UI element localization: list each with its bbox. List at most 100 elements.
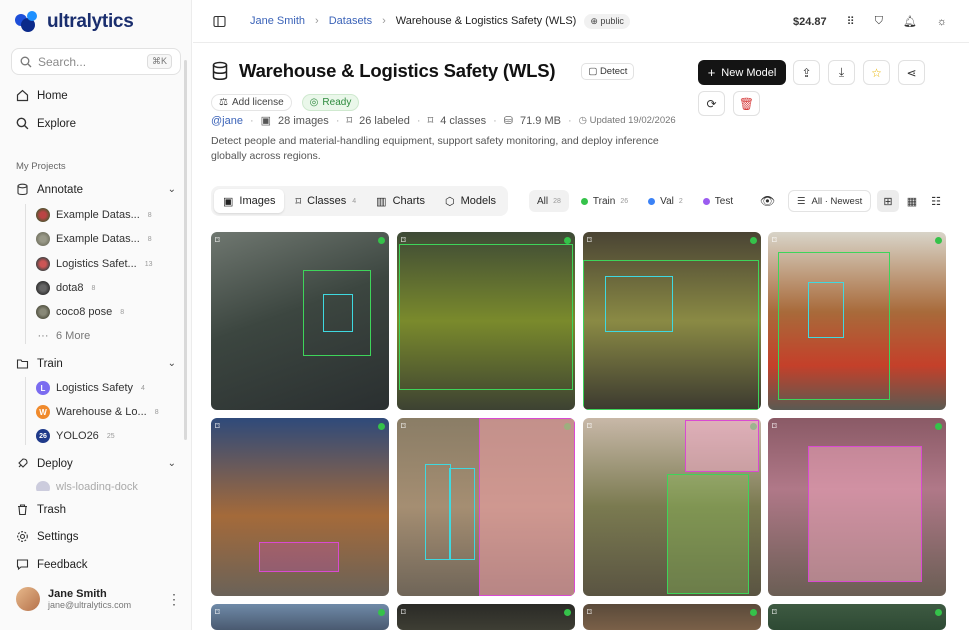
- project-badge: 26: [36, 429, 50, 443]
- image-thumbnail[interactable]: ⌑: [583, 418, 761, 596]
- delete-button[interactable]: 🗑︎: [733, 91, 760, 116]
- separator-dot: ·: [567, 114, 572, 127]
- download-icon: ⤓: [838, 65, 845, 79]
- image-thumbnail[interactable]: ⌑: [211, 418, 389, 596]
- annotate-more-label: 6 More: [56, 330, 91, 342]
- image-thumbnail[interactable]: ⌑: [397, 604, 575, 630]
- more-dots-icon: ···: [37, 330, 49, 342]
- nav-train-label: Train: [37, 357, 63, 370]
- tab-classes[interactable]: ⌑ Classes 4: [286, 189, 365, 213]
- new-model-button[interactable]: + New Model: [698, 60, 786, 85]
- breadcrumb-current: Warehouse & Logistics Safety (WLS): [395, 15, 577, 27]
- chevron-down-icon[interactable]: ⌄: [168, 358, 176, 369]
- train-item-count: 25: [106, 432, 115, 440]
- nav-explore[interactable]: Explore: [16, 117, 176, 130]
- user-name: Jane Smith: [48, 588, 107, 600]
- bar-chart-icon: ▥: [376, 195, 387, 208]
- bounding-box: [449, 468, 475, 560]
- breadcrumb-user[interactable]: Jane Smith: [250, 15, 305, 27]
- apps-grid-icon[interactable]: ⠿: [847, 15, 855, 28]
- add-license-button[interactable]: ⚖ Add license: [211, 94, 292, 111]
- sidebar-scrollbar[interactable]: [184, 60, 187, 440]
- credit-balance[interactable]: $24.87: [793, 16, 827, 28]
- filter-val[interactable]: Val 2: [640, 190, 691, 212]
- nav-settings-label: Settings: [37, 530, 79, 543]
- image-thumbnail[interactable]: ⌑: [768, 232, 946, 410]
- image-thumbnail[interactable]: ⌑: [768, 604, 946, 630]
- image-thumbnail[interactable]: ⌑: [768, 418, 946, 596]
- tag-icon: ⌑: [215, 607, 220, 617]
- separator-dot: ·: [249, 114, 254, 127]
- owner-handle[interactable]: @jane: [211, 115, 243, 127]
- sort-dropdown[interactable]: ☰ All · Newest: [788, 190, 872, 212]
- image-thumbnail[interactable]: ⌑: [583, 604, 761, 630]
- dataset-thumbnail: [36, 257, 50, 271]
- refresh-button[interactable]: ⟳: [698, 91, 725, 116]
- nav-home[interactable]: Home: [16, 89, 176, 102]
- search-input[interactable]: Search... ⌘K: [11, 48, 181, 75]
- trash-icon: 🗑︎: [738, 96, 755, 111]
- section-my-projects: My Projects: [16, 161, 66, 172]
- breadcrumb-datasets[interactable]: Datasets: [329, 15, 372, 27]
- tab-label: Models: [460, 195, 497, 207]
- annotate-item[interactable]: Example Datas... 8: [36, 208, 152, 222]
- nav-deploy[interactable]: Deploy ⌄: [16, 457, 176, 470]
- image-thumbnail[interactable]: ⌑: [397, 418, 575, 596]
- bounding-box: [399, 244, 573, 390]
- image-thumbnail[interactable]: ⌑: [211, 604, 389, 630]
- train-item[interactable]: L Logistics Safety 4: [36, 381, 145, 395]
- share-button[interactable]: ⋖: [898, 60, 925, 85]
- annotate-item[interactable]: Example Datas... 8: [36, 232, 152, 246]
- filter-count: 28: [553, 197, 561, 205]
- user-menu[interactable]: Jane Smith jane@ultralytics.com ⋮: [16, 587, 181, 611]
- tab-models[interactable]: ⬡ Models: [436, 189, 505, 213]
- tab-charts[interactable]: ▥ Charts: [367, 189, 434, 213]
- nav-train[interactable]: Train ⌄: [16, 357, 176, 370]
- train-item[interactable]: 26 YOLO26 25: [36, 429, 115, 443]
- brand-logo[interactable]: ultralytics: [15, 11, 134, 33]
- annotate-item[interactable]: coco8 pose 8: [36, 305, 124, 319]
- bell-icon[interactable]: 🔔︎: [903, 15, 917, 28]
- chevron-down-icon[interactable]: ⌄: [168, 458, 176, 469]
- image-thumbnail[interactable]: ⌑: [397, 232, 575, 410]
- annotate-item[interactable]: dota8 8: [36, 281, 95, 295]
- nav-settings[interactable]: Settings: [16, 530, 176, 543]
- nav-trash[interactable]: Trash: [16, 503, 176, 516]
- more-vertical-icon[interactable]: ⋮: [167, 591, 181, 608]
- gear-icon: [17, 531, 28, 542]
- eye-icon[interactable]: 👁︎: [760, 194, 775, 208]
- sun-icon[interactable]: ☼: [937, 16, 947, 28]
- annotate-more[interactable]: ··· 6 More: [36, 330, 91, 342]
- search-shortcut: ⌘K: [146, 54, 172, 69]
- grid-small-view-button[interactable]: ▦: [901, 190, 923, 212]
- tab-images[interactable]: ▣ Images: [214, 189, 285, 213]
- filter-train[interactable]: Train 26: [573, 190, 636, 212]
- dataset-thumbnail: [36, 208, 50, 222]
- add-license-label: Add license: [231, 97, 284, 108]
- sidebar-toggle-icon[interactable]: [213, 15, 226, 28]
- list-view-button[interactable]: ☷: [925, 190, 947, 212]
- train-item[interactable]: W Warehouse & Lo... 8: [36, 405, 159, 419]
- image-thumbnail[interactable]: ⌑: [583, 232, 761, 410]
- deploy-item[interactable]: wls-loading-dock: [36, 481, 138, 491]
- download-button[interactable]: ⤓: [828, 60, 855, 85]
- image-thumbnail[interactable]: ⌑: [211, 232, 389, 410]
- upload-button[interactable]: ⇪: [793, 60, 820, 85]
- tag-icon: ⌑: [587, 235, 592, 245]
- grid-large-view-button[interactable]: ⊞: [877, 190, 899, 212]
- nav-feedback[interactable]: Feedback: [16, 558, 176, 571]
- tab-label: Charts: [392, 195, 425, 207]
- tag-icon: ⌑: [215, 235, 220, 245]
- shield-icon[interactable]: ⛉: [875, 15, 883, 28]
- tag-icon: ⌑: [772, 607, 777, 617]
- star-button[interactable]: ☆: [863, 60, 890, 85]
- annotate-item[interactable]: Logistics Safet... 13: [36, 257, 153, 271]
- chevron-down-icon[interactable]: ⌄: [168, 184, 176, 195]
- nav-annotate[interactable]: Annotate ⌄: [16, 183, 176, 196]
- nav-annotate-label: Annotate: [37, 183, 84, 196]
- filter-all[interactable]: All 28: [529, 190, 569, 212]
- search-icon: [20, 56, 32, 67]
- filter-test[interactable]: Test: [695, 190, 741, 212]
- dataset-thumbnail: [36, 232, 50, 246]
- deploy-item-label: wls-loading-dock: [56, 481, 138, 491]
